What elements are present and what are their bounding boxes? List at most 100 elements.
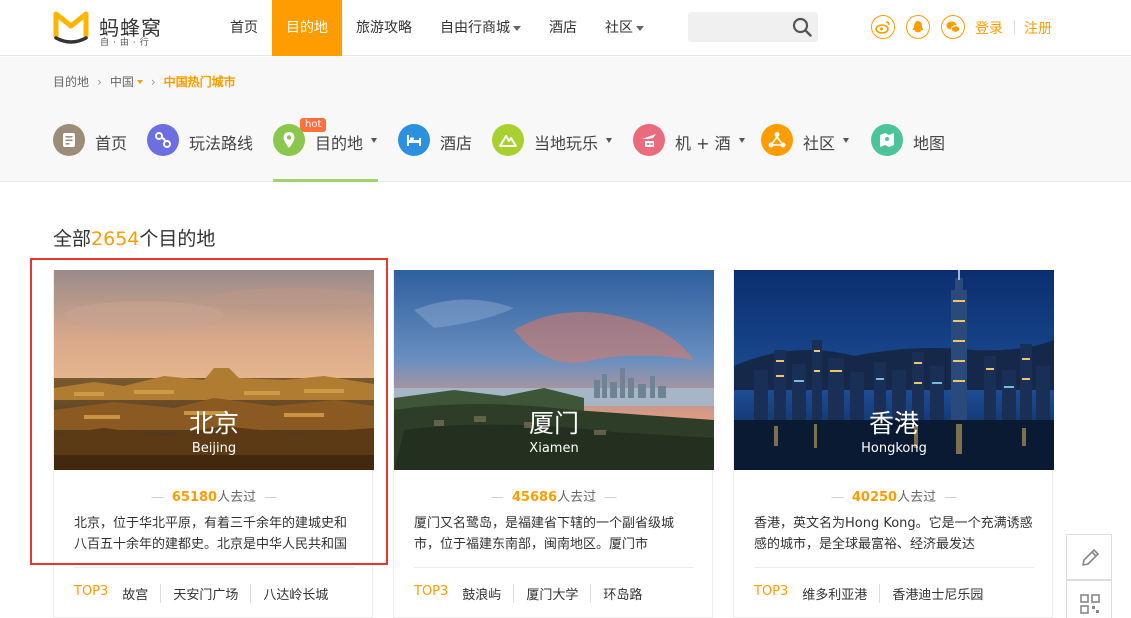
- destination-count: 全部2654个目的地: [53, 224, 215, 251]
- chevron-down-icon: [513, 25, 521, 31]
- chevron-down-icon: [843, 138, 850, 143]
- city-name-english: Xiamen: [529, 441, 579, 456]
- search-icon[interactable]: [792, 17, 812, 37]
- weibo-icon[interactable]: [871, 15, 895, 39]
- divider: [74, 567, 354, 568]
- subnav-label: 玩法路线: [189, 134, 254, 153]
- city-name-english: Hongkong: [861, 441, 927, 456]
- nav-label: 自由行商城: [440, 20, 510, 36]
- nav-item-home[interactable]: 首页: [216, 0, 272, 56]
- city-name: 厦门: [528, 409, 579, 438]
- search-input[interactable]: [688, 12, 788, 42]
- qq-icon[interactable]: [906, 15, 930, 39]
- top3-spot[interactable]: 环岛路: [590, 584, 654, 603]
- location-pin-icon: [273, 124, 305, 156]
- subnav-label: 目的地: [315, 134, 364, 153]
- nav-item-mall[interactable]: 自由行商城: [426, 0, 535, 56]
- top3-spot[interactable]: 维多利亚港: [802, 584, 879, 603]
- subnav-item-map[interactable]: 地图: [871, 124, 945, 182]
- logo[interactable]: 蚂蜂窝 自·由·行: [52, 10, 182, 48]
- nav-item-guides[interactable]: 旅游攻略: [342, 0, 426, 56]
- subnav-item-flight-hotel[interactable]: 机 + 酒: [633, 124, 745, 182]
- visit-number: 45686: [511, 490, 558, 505]
- chevron-right-icon: ›: [150, 74, 156, 89]
- city-card-xiamen[interactable]: 厦门 Xiamen —45686人去过 — 厦门又名鹭岛，是福建省下辖的一个副省级…: [393, 270, 714, 618]
- top3-spot[interactable]: 厦门大学: [513, 584, 590, 603]
- wechat-icon[interactable]: [941, 15, 965, 39]
- visit-suffix: 人去过: [897, 490, 937, 505]
- count-suffix: 个目的地: [139, 228, 216, 250]
- qr-code-button[interactable]: [1066, 580, 1112, 618]
- city-card-hongkong[interactable]: 香港 Hongkong —40250人去过 — 香港，英文名为Hong Kong。…: [733, 270, 1054, 618]
- chevron-down-icon: [636, 25, 644, 31]
- breadcrumb-item[interactable]: 中国: [110, 73, 134, 90]
- logo-mark-icon: [53, 11, 89, 44]
- login-link[interactable]: 登录: [975, 18, 1003, 38]
- nav-item-destination[interactable]: 目的地: [272, 0, 342, 56]
- breadcrumb: 目的地 › 中国 › 中国热门城市: [53, 73, 236, 90]
- city-photo[interactable]: 香港 Hongkong: [734, 270, 1054, 470]
- hongkong-photo: [734, 270, 1054, 470]
- nav-item-community[interactable]: 社区: [591, 0, 658, 56]
- subnav-item-community[interactable]: 社区: [761, 124, 850, 182]
- subnav-item-routes[interactable]: 玩法路线: [147, 124, 253, 182]
- subnav-label: 机 + 酒: [675, 134, 731, 153]
- divider: [754, 567, 1034, 568]
- chevron-down-icon[interactable]: [136, 79, 143, 84]
- map-icon: [871, 124, 903, 156]
- top3-label: TOP3: [74, 584, 109, 599]
- main-nav: 首页 目的地 旅游攻略 自由行商城 酒店 社区: [216, 0, 658, 56]
- city-photo[interactable]: 厦门 Xiamen: [394, 270, 714, 470]
- top-header: 蚂蜂窝 自·由·行 首页 目的地 旅游攻略 自由行商城 酒店 社区 登录 注册: [0, 0, 1131, 56]
- community-icon: [761, 124, 793, 156]
- subnav-label: 酒店: [440, 134, 473, 153]
- nav-label: 首页: [230, 20, 258, 36]
- nav-label: 旅游攻略: [356, 20, 412, 36]
- visit-suffix: 人去过: [557, 490, 597, 505]
- top3-spot[interactable]: 鼓浪屿: [462, 584, 513, 603]
- top3-list: TOP3 维多利亚港 香港迪士尼乐园: [754, 584, 995, 603]
- city-description: 香港，英文名为Hong Kong。它是一个充满诱惑感的城市，是全球最富裕、经济最…: [754, 516, 1033, 552]
- pencil-icon: [1082, 549, 1099, 566]
- subnav-item-local-fun[interactable]: 当地玩乐: [492, 124, 613, 182]
- visit-count: —45686人去过 —: [490, 490, 618, 505]
- register-link[interactable]: 注册: [1024, 18, 1052, 38]
- subnav-label: 当地玩乐: [534, 134, 599, 153]
- visit-count: —40250人去过 —: [830, 490, 958, 505]
- nav-label: 酒店: [549, 20, 577, 36]
- bed-icon: [398, 124, 430, 156]
- nav-item-hotel[interactable]: 酒店: [535, 0, 591, 56]
- xiamen-photo: [394, 270, 714, 470]
- top3-spot[interactable]: 故宫: [122, 584, 160, 603]
- subnav-label: 社区: [803, 134, 836, 153]
- city-description: 厦门又名鹭岛，是福建省下辖的一个副省级城市，位于福建东南部，闽南地区。厦门市: [414, 516, 675, 552]
- route-icon: [147, 124, 179, 156]
- subnav-item-destination[interactable]: 目的地: [273, 124, 378, 182]
- selection-highlight: [30, 258, 388, 565]
- home-icon: [53, 124, 85, 156]
- breadcrumb-current: 中国热门城市: [163, 75, 236, 89]
- top3-label: TOP3: [414, 584, 449, 599]
- subnav-item-hotel[interactable]: 酒店: [398, 124, 472, 182]
- top3-spot[interactable]: 香港迪士尼乐园: [879, 584, 995, 603]
- mountain-icon: [492, 124, 524, 156]
- subnav-item-home[interactable]: 首页: [53, 124, 127, 182]
- chevron-right-icon: ›: [97, 74, 102, 89]
- top3-spot[interactable]: 八达岭长城: [250, 584, 340, 603]
- search-box: [688, 12, 818, 42]
- subnav-label: 地图: [913, 134, 946, 153]
- top3-label: TOP3: [754, 584, 789, 599]
- chevron-down-icon: [606, 138, 613, 143]
- top3-list: TOP3 故宫 天安门广场 八达岭长城: [74, 584, 340, 603]
- nav-label: 目的地: [286, 20, 328, 36]
- subnav-label: 首页: [95, 134, 128, 153]
- visit-number: 40250: [851, 490, 898, 505]
- top3-spot[interactable]: 天安门广场: [160, 584, 250, 603]
- count-number: 2654: [91, 228, 140, 250]
- city-name: 香港: [868, 409, 919, 438]
- qr-code-icon: [1080, 594, 1100, 614]
- feedback-button[interactable]: [1066, 534, 1112, 580]
- breadcrumb-item[interactable]: 目的地: [53, 73, 89, 90]
- chevron-down-icon: [371, 138, 378, 143]
- count-prefix: 全部: [53, 228, 92, 250]
